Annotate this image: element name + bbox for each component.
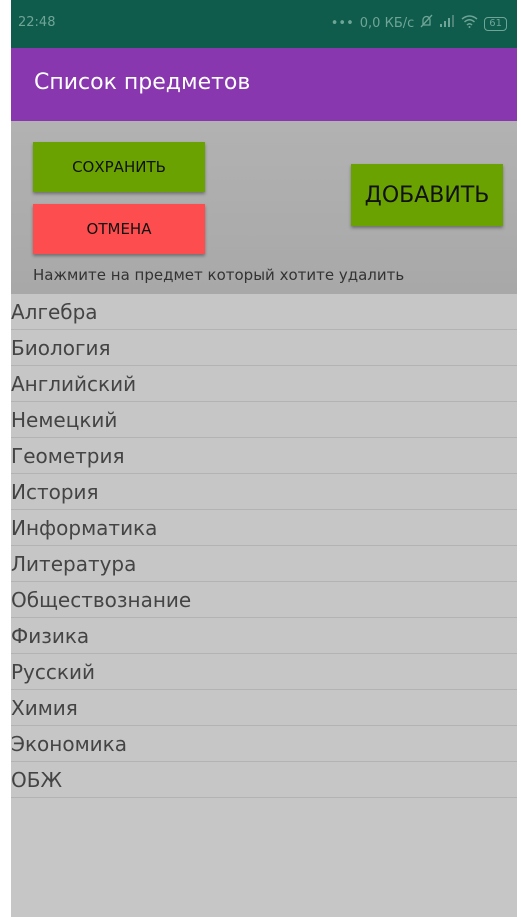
list-item[interactable]: Немецкий xyxy=(11,402,517,438)
wifi-icon xyxy=(461,14,478,33)
app-bar: Список предметов xyxy=(11,48,517,121)
alarm-off-icon xyxy=(420,14,433,33)
subject-list: Алгебра Биология Английский Немецкий Гео… xyxy=(11,294,517,798)
list-item[interactable]: Химия xyxy=(11,690,517,726)
battery-icon: 61 xyxy=(484,16,507,31)
list-item[interactable]: История xyxy=(11,474,517,510)
list-item[interactable]: Экономика xyxy=(11,726,517,762)
network-speed: 0,0 КБ/с xyxy=(359,15,415,31)
status-time: 22:48 xyxy=(18,15,56,30)
list-item[interactable]: Литература xyxy=(11,546,517,582)
signal-icon xyxy=(439,15,455,32)
list-item[interactable]: ОБЖ xyxy=(11,762,517,798)
list-item[interactable]: Русский xyxy=(11,654,517,690)
status-indicators: ••• 0,0 КБ/с 61 xyxy=(331,14,507,33)
add-button[interactable]: ДОБАВИТЬ xyxy=(351,164,503,226)
list-item[interactable]: Алгебра xyxy=(11,294,517,330)
dots-icon: ••• xyxy=(330,15,354,31)
list-item[interactable]: Английский xyxy=(11,366,517,402)
list-item[interactable]: Информатика xyxy=(11,510,517,546)
list-item[interactable]: Геометрия xyxy=(11,438,517,474)
list-item[interactable]: Обществознание xyxy=(11,582,517,618)
cancel-button[interactable]: ОТМЕНА xyxy=(33,204,205,254)
delete-hint-text: Нажмите на предмет который хотите удалит… xyxy=(33,266,405,284)
list-item[interactable]: Физика xyxy=(11,618,517,654)
app-screen: 22:48 ••• 0,0 КБ/с 61 Список предметов С… xyxy=(11,0,517,917)
list-item[interactable]: Биология xyxy=(11,330,517,366)
save-button[interactable]: СОХРАНИТЬ xyxy=(33,142,205,192)
status-bar: 22:48 ••• 0,0 КБ/с 61 xyxy=(11,0,517,48)
page-title: Список предметов xyxy=(34,70,251,95)
control-panel: СОХРАНИТЬ ОТМЕНА ДОБАВИТЬ Нажмите на пре… xyxy=(11,121,517,294)
